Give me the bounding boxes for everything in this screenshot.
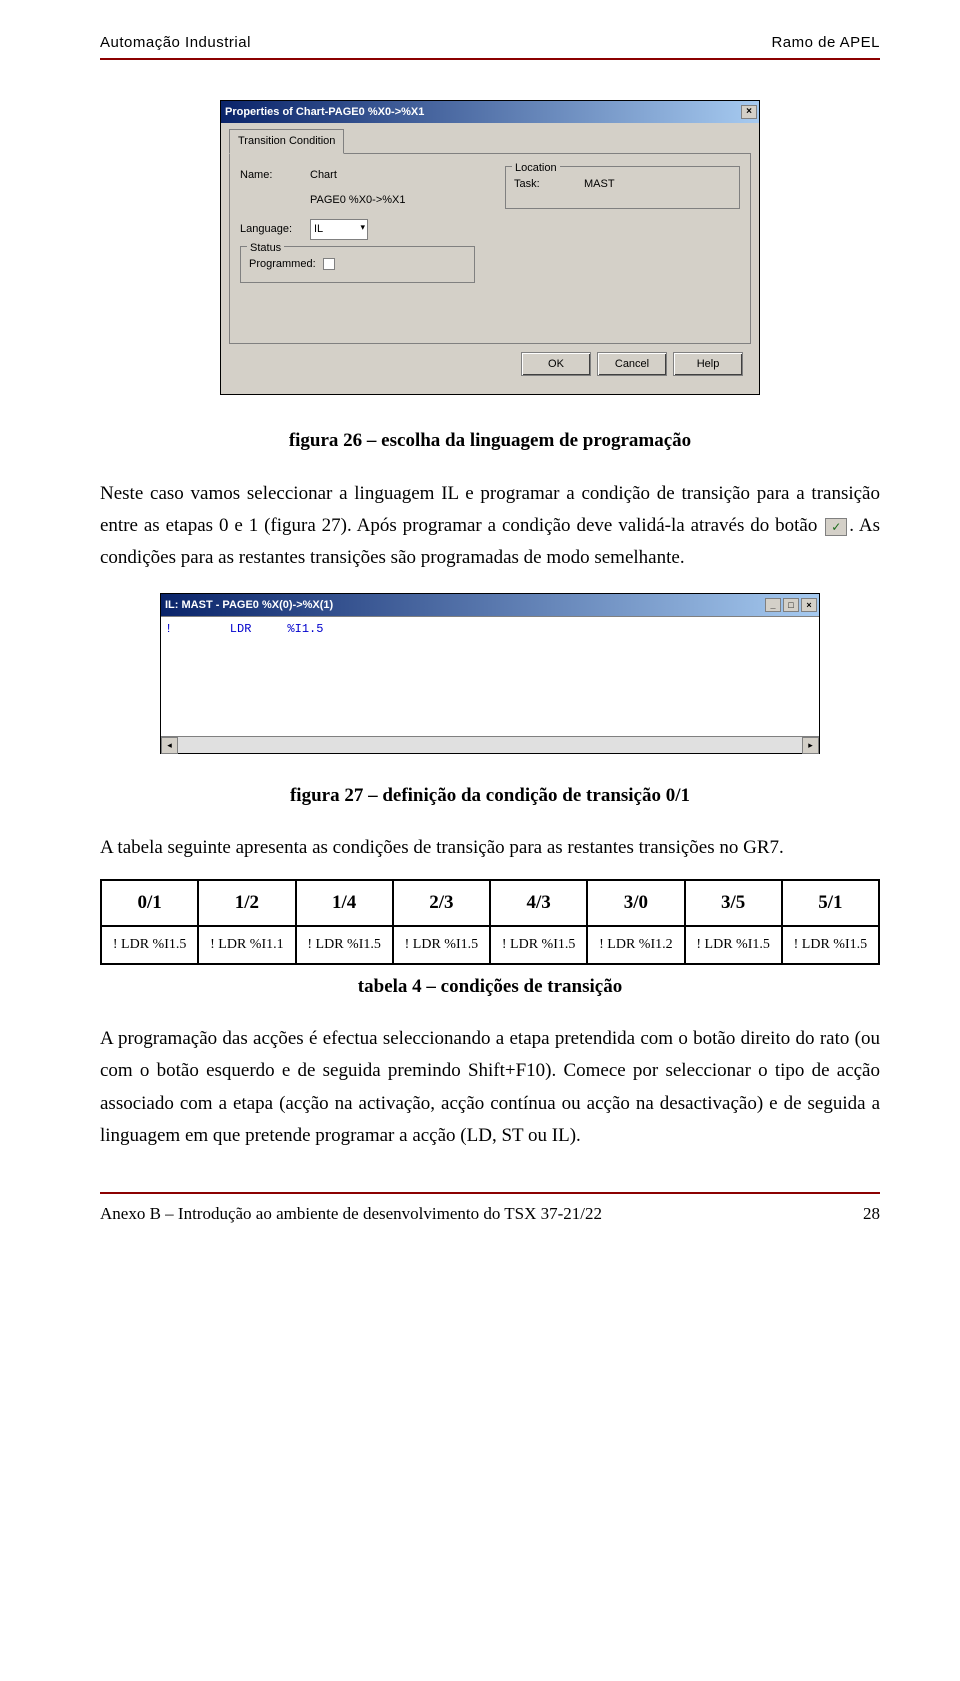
table-row: ! LDR %I1.5! LDR %I1.1! LDR %I1.5! LDR %… — [101, 926, 879, 964]
figure-27-caption: figura 27 – definição da condição de tra… — [100, 780, 880, 812]
paragraph-1: Neste caso vamos seleccionar a linguagem… — [100, 478, 880, 575]
table-cell: ! LDR %I1.2 — [587, 926, 684, 964]
dialog-titlebar: Properties of Chart-PAGE0 %X0->%X1 × — [221, 101, 759, 124]
dialog-tab-page: Name: Chart PAGE0 %X0->%X1 Language: IL … — [229, 153, 751, 344]
scroll-left-icon[interactable]: ◂ — [161, 737, 178, 754]
cancel-button[interactable]: Cancel — [597, 352, 667, 377]
page-footer: Anexo B – Introdução ao ambiente de dese… — [100, 1200, 880, 1229]
properties-dialog: Properties of Chart-PAGE0 %X0->%X1 × Tra… — [220, 100, 760, 396]
transition-table: 0/11/21/42/34/33/03/55/1 ! LDR %I1.5! LD… — [100, 879, 880, 965]
tab-transition-condition[interactable]: Transition Condition — [229, 129, 344, 154]
programmed-checkbox[interactable] — [323, 258, 335, 270]
table-cell: ! LDR %I1.5 — [296, 926, 393, 964]
header-right: Ramo de APEL — [771, 30, 880, 56]
validate-icon[interactable]: ✓ — [825, 518, 847, 536]
status-legend: Status — [247, 239, 284, 258]
table-header-cell: 3/5 — [685, 880, 782, 926]
table-header-cell: 4/3 — [490, 880, 587, 926]
table-header-cell: 0/1 — [101, 880, 198, 926]
editor-titlebar: IL: MAST - PAGE0 %X(0)->%X(1) _ □ × — [161, 594, 819, 617]
table-cell: ! LDR %I1.5 — [490, 926, 587, 964]
figure-26-caption: figura 26 – escolha da linguagem de prog… — [100, 425, 880, 457]
ok-button[interactable]: OK — [521, 352, 591, 377]
close-icon[interactable]: × — [801, 598, 817, 612]
table-cell: ! LDR %I1.5 — [393, 926, 490, 964]
language-select[interactable]: IL — [310, 219, 368, 240]
dialog-title: Properties of Chart-PAGE0 %X0->%X1 — [225, 103, 424, 122]
name-value-2: PAGE0 %X0->%X1 — [310, 191, 405, 210]
table-cell: ! LDR %I1.5 — [685, 926, 782, 964]
editor-title: IL: MAST - PAGE0 %X(0)->%X(1) — [165, 596, 333, 615]
help-button[interactable]: Help — [673, 352, 743, 377]
close-icon[interactable]: × — [741, 105, 757, 119]
editor-content[interactable]: ! LDR %I1.5 — [161, 616, 819, 736]
table-4-caption: tabela 4 – condições de transição — [100, 971, 880, 1003]
table-cell: ! LDR %I1.5 — [101, 926, 198, 964]
status-fieldset: Status Programmed: — [240, 246, 475, 283]
footer-rule — [100, 1192, 880, 1194]
language-label: Language: — [240, 220, 310, 239]
minimize-icon[interactable]: _ — [765, 598, 781, 612]
table-cell: ! LDR %I1.5 — [782, 926, 879, 964]
location-fieldset: Location Task: MAST — [505, 166, 740, 209]
header-rule — [100, 58, 880, 60]
programmed-label: Programmed: — [249, 258, 316, 270]
task-value: MAST — [584, 175, 615, 194]
table-header-cell: 5/1 — [782, 880, 879, 926]
location-legend: Location — [512, 159, 560, 178]
page-header: Automação Industrial Ramo de APEL — [100, 30, 880, 56]
paragraph-3: A programação das acções é efectua selec… — [100, 1023, 880, 1152]
task-label: Task: — [514, 175, 584, 194]
editor-hscroll[interactable]: ◂ ▸ — [161, 736, 819, 753]
table-header-cell: 3/0 — [587, 880, 684, 926]
name-value-1: Chart — [310, 166, 337, 185]
table-header-cell: 1/4 — [296, 880, 393, 926]
table-cell: ! LDR %I1.1 — [198, 926, 295, 964]
footer-right: 28 — [863, 1200, 880, 1229]
paragraph-2: A tabela seguinte apresenta as condições… — [100, 832, 880, 864]
il-editor-window: IL: MAST - PAGE0 %X(0)->%X(1) _ □ × ! LD… — [160, 593, 820, 755]
scroll-right-icon[interactable]: ▸ — [802, 737, 819, 754]
maximize-icon[interactable]: □ — [783, 598, 799, 612]
header-left: Automação Industrial — [100, 30, 251, 56]
footer-left: Anexo B – Introdução ao ambiente de dese… — [100, 1200, 602, 1229]
name-label: Name: — [240, 166, 310, 185]
table-header-cell: 2/3 — [393, 880, 490, 926]
table-header-cell: 1/2 — [198, 880, 295, 926]
